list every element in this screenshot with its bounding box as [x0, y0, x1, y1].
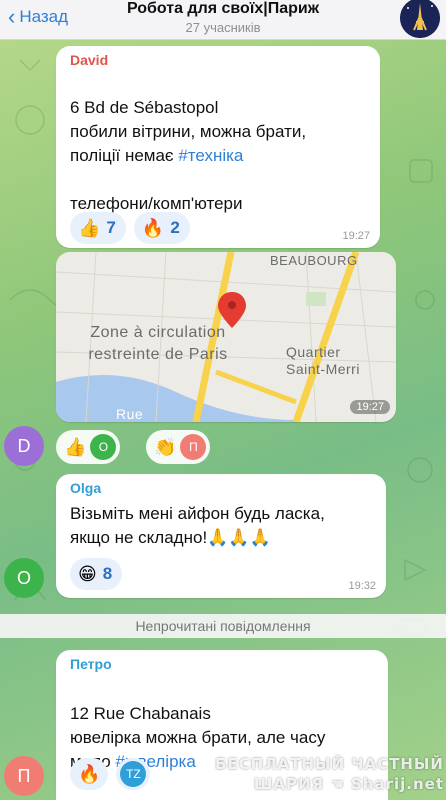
hand-pointer-icon: ☚ — [330, 775, 345, 793]
map-label-rue: Rue — [116, 406, 144, 422]
member-count: 27 учасників — [185, 20, 261, 35]
reaction-grin[interactable]: 😁 8 — [70, 558, 123, 590]
reaction-fire[interactable]: 🔥 2 — [133, 212, 190, 244]
location-map[interactable]: BEAUBOURG Zone à circulation restreinte … — [56, 252, 396, 422]
thumbs-up-icon: 👍 — [78, 217, 101, 238]
message-text: Візьміть мені айфон будь ласка, якщо не … — [70, 504, 325, 547]
watermark-word: ШАРИЯ — [253, 775, 325, 793]
reaction-tz[interactable]: TZ — [116, 758, 151, 790]
sender-name[interactable]: Olga — [70, 480, 101, 496]
sender-name[interactable]: Петро — [70, 656, 112, 672]
watermark-line: ШАРИЯ ☚ Sharij.net — [208, 774, 444, 794]
reactor-avatar-icon: TZ — [120, 761, 147, 787]
watermark-site: Sharij.net — [350, 775, 444, 793]
watermark-line: БЕСПЛАТНЫЙ ЧАСТНЫЙ — [214, 755, 444, 773]
reactions-row: 😁 8 — [70, 558, 123, 590]
fire-icon: 🔥 — [78, 763, 101, 784]
avatar-letter: П — [17, 765, 31, 786]
message-time: 19:32 — [348, 580, 376, 592]
sender-name[interactable]: David — [70, 52, 108, 68]
avatar-letter: O — [16, 567, 31, 588]
message-time: 19:27 — [342, 230, 370, 242]
clapping-icon: 👏 — [154, 436, 177, 457]
reactor-avatar: O — [90, 434, 117, 460]
reactions-row: 🔥 TZ — [70, 758, 151, 790]
message-time: 19:27 — [350, 400, 390, 414]
reaction-thumbs-up[interactable]: 👍 7 — [70, 212, 126, 244]
avatar[interactable]: D — [4, 426, 44, 466]
map-label-quartier: Quartier Saint-Merri — [286, 344, 360, 377]
thumbs-up-icon: 👍 — [64, 436, 87, 457]
reaction-thumbs-up[interactable]: 👍 O — [56, 430, 121, 464]
watermark: БЕСПЛАТНЫЙ ЧАСТНЫЙ ШАРИЯ ☚ Sharij.net — [208, 754, 444, 794]
reaction-fire[interactable]: 🔥 — [70, 758, 109, 790]
avatar-letter: D — [17, 435, 31, 456]
reactions-row: 👍 7 🔥 2 — [70, 212, 190, 244]
message-text-part: телефони/комп'ютери — [70, 194, 243, 213]
reaction-clap[interactable]: 👏 П — [146, 430, 211, 464]
message-text: 6 Bd de Sébastopol побили вітрини, можна… — [70, 72, 370, 216]
map-label-zone: Zone à circulation restreinte de Paris — [88, 324, 228, 363]
reactor-avatar: П — [180, 434, 207, 460]
chat-title[interactable]: Робота для своїх|Париж — [0, 0, 446, 18]
reaction-count: 8 — [102, 564, 113, 583]
avatar[interactable]: П — [4, 756, 44, 796]
hashtag-link[interactable]: #техніка — [178, 146, 243, 165]
grinning-face-icon: 😁 — [78, 563, 97, 584]
reaction-count: 7 — [106, 218, 116, 237]
message-bubble[interactable]: Olga Візьміть мені айфон будь ласка, якщ… — [56, 474, 386, 598]
chat-header: ‹ Назад Робота для своїх|Париж 27 учасни… — [0, 0, 446, 40]
fire-icon: 🔥 — [141, 217, 165, 238]
reaction-count: 2 — [170, 218, 180, 237]
avatar[interactable]: O — [4, 558, 44, 598]
map-label-beaubourg: BEAUBOURG — [270, 253, 358, 268]
unread-divider: Непрочитані повідомлення — [0, 614, 446, 638]
message-bubble[interactable]: David 6 Bd de Sébastopol побили вітрини,… — [56, 46, 380, 248]
